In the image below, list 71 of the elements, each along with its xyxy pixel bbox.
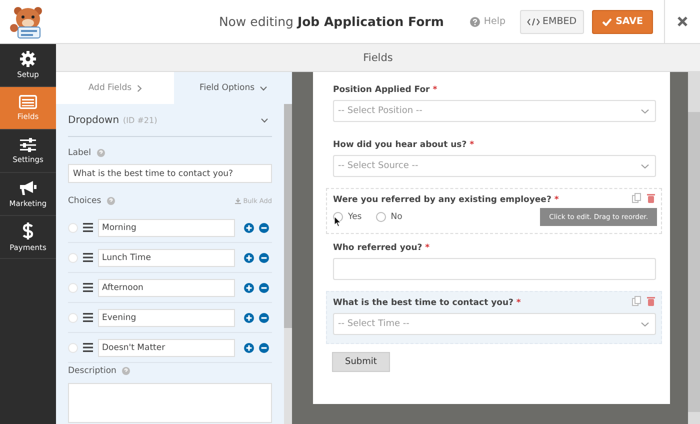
page-title: Now editing Job Application Form	[218, 14, 445, 29]
form-field-block[interactable]: What is the best time to contact you? * -- Select Time --	[326, 291, 662, 344]
help-icon	[96, 149, 105, 157]
scrollbar[interactable]	[284, 104, 292, 424]
remove-icon[interactable]	[259, 282, 269, 292]
megaphone-icon	[19, 180, 37, 196]
drag-handle-icon[interactable]	[83, 343, 93, 352]
default-radio[interactable]	[68, 282, 78, 292]
chevron-down-icon	[641, 322, 649, 326]
embed-button[interactable]: EMBED	[520, 10, 584, 34]
dollar-icon	[22, 222, 34, 240]
add-icon[interactable]	[244, 222, 254, 232]
field-type-title: Dropdown	[68, 114, 120, 126]
add-icon[interactable]	[244, 282, 254, 292]
panel-tab[interactable]: Add Fields	[56, 72, 174, 104]
choice-input-field[interactable]: Afternoon	[98, 278, 235, 296]
choices-heading: Choices	[68, 196, 102, 206]
drag-handle-icon[interactable]	[83, 253, 93, 262]
trash-icon[interactable]	[647, 296, 655, 306]
remove-icon[interactable]	[259, 222, 269, 232]
chevron-right-icon	[136, 84, 142, 92]
choice-input-field[interactable]: Evening	[98, 308, 235, 326]
help-icon	[122, 367, 130, 375]
form-field-block[interactable]: Position Applied For * -- Select Position --	[326, 78, 662, 131]
help-icon	[107, 197, 116, 205]
default-radio[interactable]	[68, 342, 78, 352]
section-header: Fields	[56, 44, 700, 72]
checkmark-icon	[602, 18, 612, 26]
chevron-down-icon	[260, 86, 267, 90]
chevron-down-icon	[641, 108, 649, 114]
add-icon[interactable]	[244, 252, 254, 262]
add-icon[interactable]	[244, 342, 254, 352]
download-icon	[235, 198, 242, 204]
default-radio[interactable]	[68, 222, 78, 232]
radio-option[interactable]: No	[376, 212, 402, 222]
field-label: How did you hear about us? *	[333, 140, 474, 150]
chevron-icon[interactable]	[261, 118, 268, 122]
default-radio[interactable]	[68, 312, 78, 322]
remove-icon[interactable]	[259, 252, 269, 262]
code-icon	[526, 18, 540, 26]
sliders-icon	[20, 138, 36, 152]
default-radio[interactable]	[68, 252, 78, 262]
remove-icon[interactable]	[259, 342, 269, 352]
gear-icon	[20, 51, 36, 67]
submit-button[interactable]: Submit	[332, 352, 390, 372]
form-field-block[interactable]: How did you hear about us? * -- Select Source --	[326, 133, 662, 186]
mouse-cursor-icon	[334, 216, 341, 227]
label-heading: Label	[68, 148, 91, 158]
trash-icon[interactable]	[647, 193, 655, 203]
field-label: What is the best time to contact you? *	[333, 298, 521, 308]
choice-input-field[interactable]: Morning	[98, 218, 235, 236]
help-icon	[470, 16, 480, 26]
field-label: Who referred you? *	[333, 243, 430, 253]
choice-input-field[interactable]: Doesn't Matter	[98, 338, 235, 356]
choice-input-field[interactable]: Lunch Time	[98, 248, 235, 266]
text-input-field[interactable]	[333, 258, 656, 280]
field-id: (ID #21)	[123, 116, 158, 124]
field-label: Position Applied For *	[333, 85, 438, 95]
remove-icon[interactable]	[259, 312, 269, 322]
chevron-down-icon	[641, 164, 649, 168]
drag-handle-icon[interactable]	[83, 283, 93, 292]
label-input-field[interactable]: What is the best time to contact you?	[68, 164, 272, 183]
scrollbar[interactable]	[688, 72, 700, 424]
form-field-block[interactable]: Who referred you? *	[326, 236, 662, 289]
close-icon	[677, 16, 688, 27]
add-icon[interactable]	[244, 312, 254, 322]
description-heading: Description	[68, 366, 116, 376]
field-label: Were you referred by any existing employee? *	[333, 195, 559, 205]
drag-handle-icon[interactable]	[83, 223, 93, 232]
drag-handle-icon[interactable]	[83, 313, 93, 322]
list-form-icon	[19, 95, 37, 109]
